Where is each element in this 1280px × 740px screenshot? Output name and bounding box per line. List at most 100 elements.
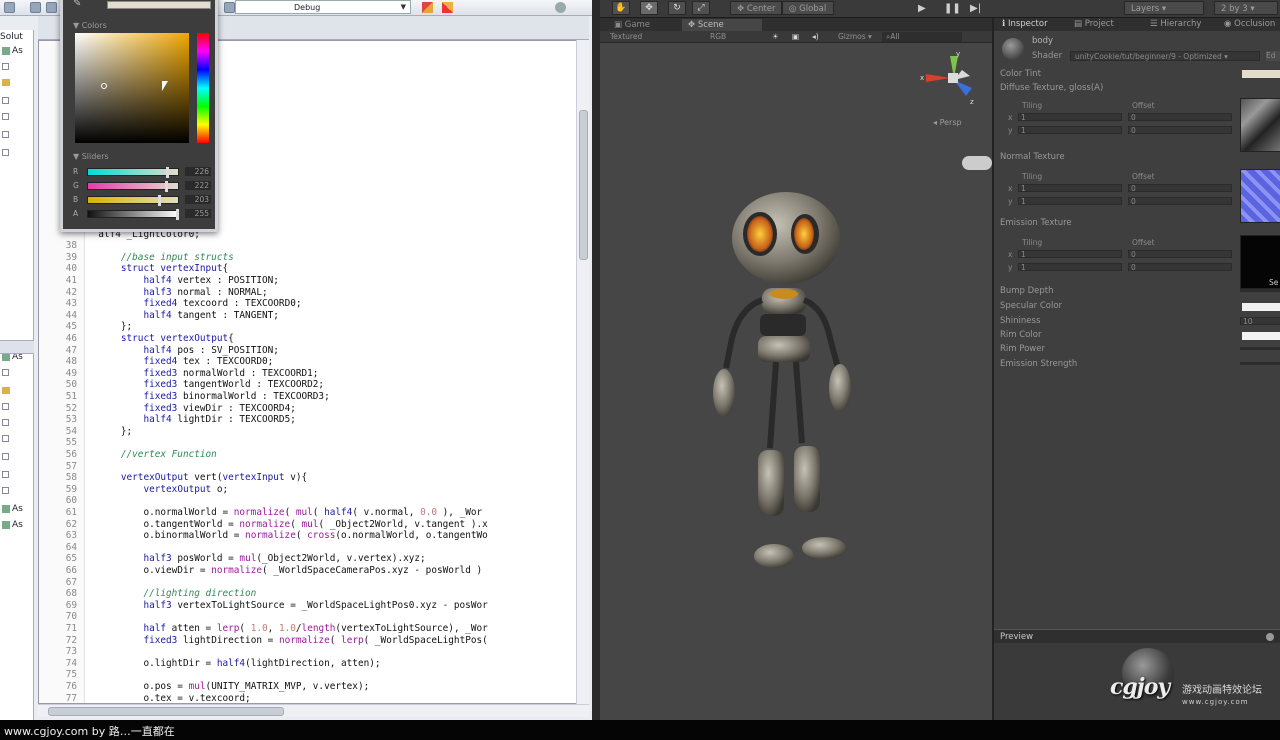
layout-dropdown[interactable]: 2 by 3 ▾ [1214,1,1278,15]
solution-tree-item[interactable] [2,402,11,412]
solution-tree-item[interactable]: As [2,46,23,56]
channel-dropdown[interactable]: RGB [710,32,726,41]
code-line[interactable]: struct vertexInput{ [87,263,228,275]
preview-settings-icon[interactable] [1266,633,1274,641]
code-line[interactable]: }; [87,321,132,333]
tiling-x-field[interactable]: 1 [1018,250,1122,259]
property-slider[interactable] [1240,347,1280,350]
scene-handle[interactable] [962,156,992,170]
save-icon[interactable] [30,2,41,13]
color-selector-knob[interactable] [101,83,107,89]
code-line[interactable]: half4 lightDir : TEXCOORD5; [87,414,295,426]
code-line[interactable]: fixed3 binormalWorld : TEXCOORD3; [87,391,329,403]
property-color-swatch[interactable] [1242,332,1280,340]
offset-y-field[interactable]: 0 [1128,197,1232,206]
solution-tree-item[interactable] [2,130,11,140]
scrollbar-thumb[interactable] [579,110,588,260]
render-mode-dropdown[interactable]: Textured [610,32,642,41]
code-line[interactable]: half3 vertexToLightSource = _WorldSpaceL… [87,600,487,612]
solution-tree-item[interactable] [2,486,11,496]
build-config-select[interactable]: Debug ▼ [235,0,411,14]
settings-icon[interactable] [555,2,566,13]
gizmo-center[interactable] [948,73,958,83]
layers-dropdown[interactable]: Layers ▾ [1124,1,1204,15]
solution-tree-item[interactable] [2,112,11,122]
offset-x-field[interactable]: 0 [1128,113,1232,122]
slider-track[interactable] [87,209,179,220]
code-line[interactable]: fixed3 normalWorld : TEXCOORD1; [87,368,318,380]
color-slider-row[interactable]: G 222 [73,181,211,192]
solution-tree-item[interactable] [2,386,12,396]
code-line[interactable]: fixed3 viewDir : TEXCOORD4; [87,403,295,415]
code-line[interactable]: //vertex Function [87,449,217,461]
code-line[interactable]: o.binormalWorld = normalize( cross(o.nor… [87,530,487,542]
code-line[interactable]: o.pos = mul(UNITY_MATRIX_MVP, v.vertex); [87,681,369,693]
slider-handle[interactable] [165,167,169,178]
scale-tool-icon[interactable]: ⤢ [692,1,710,15]
property-slider[interactable] [1240,289,1280,292]
solution-tree-item[interactable] [2,148,11,158]
color-slider-row[interactable]: R 226 [73,167,211,178]
property-value-field[interactable]: 10 [1240,317,1280,326]
shader-edit-button[interactable]: Ed [1266,51,1280,61]
preview-header[interactable]: Preview [994,629,1280,643]
solution-tree-item[interactable] [2,434,11,444]
solution-tree-item[interactable] [2,62,11,72]
pivot-global-toggle[interactable]: ◎ Global [782,1,834,15]
color-tint-swatch[interactable] [1242,70,1280,78]
tab-scene[interactable]: ✥ Scene [682,19,762,31]
code-line[interactable]: o.viewDir = normalize( _WorldSpaceCamera… [87,565,482,577]
audio-toggle-icon[interactable]: ◂) [812,32,819,41]
code-line[interactable]: half3 posWorld = mul(_Object2World, v.ve… [87,553,425,565]
solution-tree-item[interactable] [2,470,11,480]
code-line[interactable]: }; [87,426,132,438]
solution-tree-item[interactable]: As [2,520,23,530]
tiling-x-field[interactable]: 1 [1018,113,1122,122]
play-icon[interactable]: ▶ [918,3,926,14]
slider-value-field[interactable]: 255 [185,209,211,218]
property-color-swatch[interactable] [1242,303,1280,311]
texture-thumbnail[interactable]: Se [1240,235,1280,289]
slider-value-field[interactable]: 226 [185,167,211,176]
offset-x-field[interactable]: 0 [1128,250,1232,259]
pivot-center-toggle[interactable]: ✥ Center [730,1,782,15]
solution-tree-item[interactable] [2,452,11,462]
code-line[interactable]: o.lightDir = half4(lightDirection, atten… [87,658,380,670]
tab-hierarchy[interactable]: ☰ Hierarchy [1150,19,1201,29]
slider-handle[interactable] [176,209,179,220]
solution-tree-item[interactable] [2,96,11,106]
slider-value-field[interactable]: 222 [185,181,211,190]
gizmo-x-axis[interactable] [926,74,950,82]
code-line[interactable]: vertexOutput o; [87,484,228,496]
solution-tree-item[interactable] [2,418,11,428]
scene-search-input[interactable]: ⌕All [882,32,962,42]
orientation-gizmo[interactable]: y x z [918,48,982,108]
saturation-value-field[interactable] [75,33,189,143]
tab-occlusion[interactable]: ◉ Occlusion [1224,19,1275,29]
build-icon[interactable] [422,2,433,13]
tab-game[interactable]: ▣ Game [608,19,682,31]
code-line[interactable]: half4 vertex : POSITION; [87,275,278,287]
color-picker-window[interactable]: ✎ ▼ Colors ▼ Sliders R 226 G 222 B 203 A 255 [60,0,218,232]
hand-tool-icon[interactable]: ✋ [612,1,630,15]
vertical-scrollbar[interactable] [576,40,589,704]
undo-icon[interactable] [224,2,235,13]
tiling-y-field[interactable]: 1 [1018,263,1122,272]
material-preview[interactable]: cgjoy 游戏动画特效论坛 www.cgjoy.com [994,643,1280,720]
property-slider[interactable] [1240,362,1280,365]
solution-tree-item[interactable]: As [2,504,23,514]
code-line[interactable]: half3 normal : NORMAL; [87,287,267,299]
hue-slider[interactable] [197,33,209,143]
solution-tree-item[interactable] [2,78,12,88]
shader-dropdown[interactable]: unityCookie/tut/beginner/9 - Optimized ▾ [1070,51,1260,61]
eyedropper-icon[interactable]: ✎ [73,0,83,9]
offset-y-field[interactable]: 0 [1128,126,1232,135]
code-line[interactable]: half atten = lerp( 1.0, 1.0/length(verte… [87,623,487,635]
panel-splitter[interactable] [0,340,34,354]
slider-handle[interactable] [158,195,162,206]
code-line[interactable]: fixed4 texcoord : TEXCOORD0; [87,298,301,310]
slider-handle[interactable] [164,181,168,192]
code-line[interactable]: half4 pos : SV_POSITION; [87,345,278,357]
code-line[interactable]: half4 tangent : TANGENT; [87,310,278,322]
gizmos-dropdown[interactable]: Gizmos ▾ [838,32,872,41]
